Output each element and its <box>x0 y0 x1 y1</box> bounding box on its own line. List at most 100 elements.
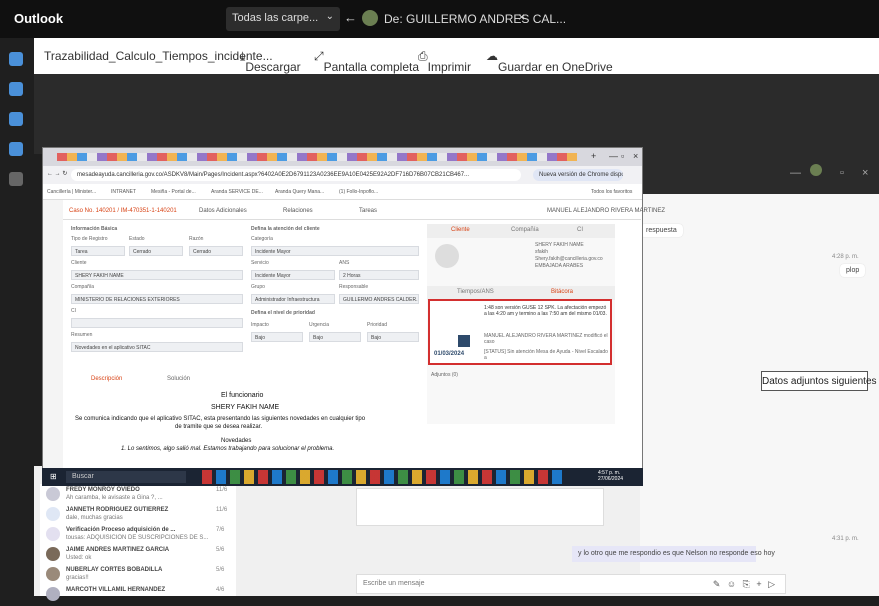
browser-tabs[interactable] <box>57 153 577 161</box>
maximize-icon[interactable]: ▫ <box>621 151 624 161</box>
chat-list-item[interactable]: JAIME ANDRES MARTINEZ GARCIA Usted: ok 5… <box>40 544 236 566</box>
client-email: Shery.fakih@cancilleria.gov.co <box>535 256 603 262</box>
categoria-field[interactable]: Incidente Mayor <box>251 246 419 256</box>
fullscreen-label: Pantalla completa <box>323 60 419 74</box>
ans-select[interactable]: 2 Horas <box>339 270 419 280</box>
ci-field[interactable] <box>71 318 243 328</box>
people-icon[interactable] <box>9 112 23 126</box>
tipo-registro-select[interactable]: Tarea <box>71 246 125 256</box>
contact-name: MARCOTH VILLAMIL HERNANDEZ <box>66 587 166 593</box>
message-time: 4:31 p. m. <box>832 536 859 542</box>
cliente-field[interactable]: SHERY FAKIH NAME <box>71 270 243 280</box>
message-tab-label: De: GUILLERMO ANDRES CAL... <box>384 12 567 26</box>
preview-backdrop <box>34 74 879 154</box>
bookmark-item[interactable]: INTRANET <box>111 189 136 195</box>
taskbar-clock: 4:57 p. m. 27/06/2024 <box>598 470 623 482</box>
fullscreen-button[interactable]: ⤢ Pantalla completa <box>314 49 419 74</box>
update-chrome-button[interactable]: Nueva versión de Chrome disponible <box>533 169 623 181</box>
tab-cliente[interactable]: Cliente <box>451 227 470 233</box>
tab-tareas[interactable]: Tareas <box>359 208 377 214</box>
field-label: Tipo de Registro <box>71 236 108 242</box>
print-button[interactable]: ⎙ Imprimir <box>418 49 471 74</box>
taskbar-apps[interactable] <box>202 470 562 484</box>
responsable-select[interactable]: GUILLERMO ANDRES CALDER... <box>339 294 419 304</box>
contact-preview: gracias!! <box>66 575 89 581</box>
client-alias: sfakih <box>535 249 549 255</box>
impacto-select[interactable]: Bajo <box>251 332 303 342</box>
close-icon[interactable]: × <box>518 10 525 24</box>
chat-list-item[interactable]: JANNETH RODRIGUEZ GUTIERREZ dale, muchas… <box>40 504 236 526</box>
avatar <box>46 587 60 601</box>
plus-icon[interactable]: + <box>591 151 596 161</box>
bookmark-item[interactable]: Aranda SERVICE DE... <box>211 189 263 195</box>
taskbar-search[interactable]: Buscar <box>66 471 186 483</box>
message-input[interactable]: Escribe un mensaje ✎ ☺ ⎘ + ▷ <box>356 574 786 594</box>
bookmark-item[interactable]: Aranda Query Mana... <box>275 189 324 195</box>
avatar <box>46 527 60 541</box>
app-side-nav <box>43 200 63 470</box>
doc-line: Novedades <box>221 438 252 444</box>
servicio-select[interactable]: Incidente Mayor <box>251 270 335 280</box>
windows-start-icon[interactable]: ⊞ <box>50 472 57 481</box>
back-icon[interactable]: ← → ↻ <box>47 170 67 177</box>
onedrive-button[interactable]: ☁ Guardar en OneDrive <box>486 49 613 74</box>
folder-search[interactable]: Todas las carpe... ⌄ <box>226 7 340 31</box>
bookmark-item[interactable]: (1) Follo-Inpoflo... <box>339 189 378 195</box>
field-label: Urgencia <box>309 322 330 328</box>
bookmark-item[interactable]: Cancillería | Minister... <box>47 189 96 195</box>
razon-select[interactable]: Cerrado <box>189 246 243 256</box>
contact-name: NUBERLAY CORTES BOBADILLA <box>66 567 163 573</box>
resumen-field[interactable]: Novedades en el aplicativo SITAC <box>71 342 243 352</box>
doc-line: de tramite que se desea realizar. <box>175 424 263 430</box>
tab-solucion[interactable]: Solución <box>167 376 190 382</box>
contact-date: 11/6 <box>216 487 228 493</box>
tab-compania[interactable]: Compañía <box>511 227 539 233</box>
window-close-icon[interactable]: × <box>862 167 868 179</box>
plop-bubble: plop <box>840 264 866 277</box>
tab-datos-adicionales[interactable]: Datos Adicionales <box>199 208 247 214</box>
tab-descripcion[interactable]: Descripción <box>91 376 122 382</box>
doc-line: Se comunica indicando que el aplicativo … <box>75 416 366 422</box>
tab-bitacora[interactable]: Bitácora <box>551 289 573 295</box>
chat-list-item[interactable]: Verificación Proceso adquisición de ... … <box>40 524 236 546</box>
datos-adjuntos-button[interactable]: Datos adjuntos siguientes <box>761 371 877 391</box>
grupo-select[interactable]: Administrador Infraestructura <box>251 294 335 304</box>
apps-icon[interactable] <box>9 172 23 186</box>
url-field[interactable]: mesadeayuda.cancilleria.gov.co/ASDKV8/Ma… <box>71 169 521 181</box>
chat-list: FREDY MONROY OVIEDO Ah caramba, le avisa… <box>40 484 236 601</box>
field-label: Razón <box>189 236 204 242</box>
maximize-icon[interactable]: ▫ <box>840 167 844 179</box>
chevron-down-icon[interactable]: ⌄ <box>326 11 334 22</box>
urgencia-select[interactable]: Bajo <box>309 332 361 342</box>
taskbar-date: 27/06/2024 <box>598 476 624 482</box>
field-label: Impacto <box>251 322 269 328</box>
teams-header: — ▫ × <box>640 154 879 194</box>
chat-list-item[interactable]: FREDY MONROY OVIEDO Ah caramba, le avisa… <box>40 484 236 506</box>
user-avatar[interactable] <box>810 164 822 176</box>
tab-relaciones[interactable]: Relaciones <box>283 208 313 214</box>
mail-icon[interactable] <box>9 52 23 66</box>
close-icon[interactable]: × <box>633 151 638 161</box>
agent-name: MANUEL ALEJANDRO RIVERA MARTINEZ <box>547 208 666 214</box>
compose-tools[interactable]: ✎ ☺ ⎘ + ▷ <box>713 579 777 590</box>
back-arrow-icon[interactable]: ← <box>344 10 357 25</box>
tab-tiempos[interactable]: Tiempos/ANS <box>457 289 494 295</box>
chat-list-item[interactable]: NUBERLAY CORTES BOBADILLA gracias!! 5/6 <box>40 564 236 586</box>
title-bar: Outlook Todas las carpe... ⌄ ← De: GUILL… <box>0 0 879 38</box>
message-tab[interactable]: De: GUILLERMO ANDRES CAL... <box>362 7 566 31</box>
bookmark-item[interactable]: Mesiña - Portal de... <box>151 189 196 195</box>
field-label: ANS <box>339 260 350 266</box>
all-bookmarks[interactable]: Todos los favoritos <box>591 189 632 195</box>
compania-field[interactable]: MINISTERIO DE RELACIONES EXTERIORES <box>71 294 243 304</box>
minimize-icon[interactable]: — <box>609 151 618 161</box>
chat-list-item[interactable]: MARCOTH VILLAMIL HERNANDEZ 4/6 <box>40 584 236 606</box>
estado-select[interactable]: Cerrado <box>129 246 183 256</box>
calendar-icon[interactable] <box>9 82 23 96</box>
field-label: Cliente <box>71 260 87 266</box>
download-button[interactable]: ⤓ Descargar <box>240 49 301 74</box>
prioridad-select[interactable]: Bajo <box>367 332 419 342</box>
todo-icon[interactable] <box>9 142 23 156</box>
minimize-icon[interactable]: — <box>790 167 801 179</box>
log-date: 01/03/2024 <box>434 351 465 357</box>
tab-ci[interactable]: CI <box>577 227 583 233</box>
